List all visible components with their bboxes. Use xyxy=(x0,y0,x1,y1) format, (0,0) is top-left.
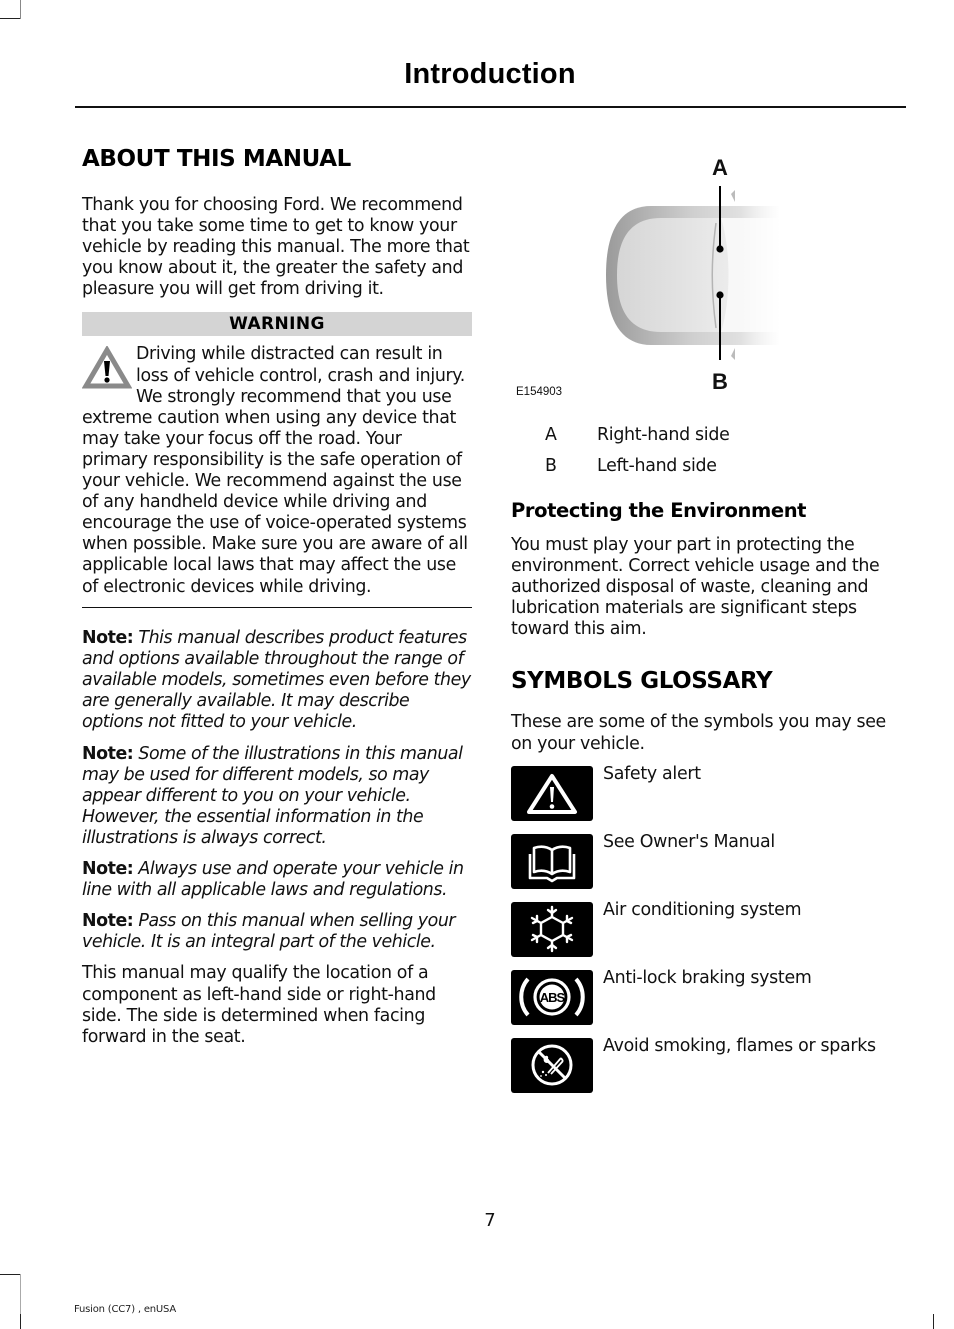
note-text: Pass on this manual when selling your ve… xyxy=(82,911,456,953)
crop-mark xyxy=(20,1314,21,1329)
symbol-item: Air conditioning system xyxy=(511,899,911,970)
legend-value: Right-hand side xyxy=(597,425,730,445)
abs-glyph-text: ABS xyxy=(540,990,566,1005)
legend-row: A Right-hand side xyxy=(511,420,911,451)
footer-doc-id: Fusion (CC7) , enUSA xyxy=(74,1304,177,1315)
page-number: 7 xyxy=(484,1210,496,1231)
page-title: Introduction xyxy=(404,58,576,90)
callout-a-label: A xyxy=(712,155,728,180)
symbol-item: ABS Anti-lock braking system xyxy=(511,967,911,1038)
note: Note: Pass on this manual when selling y… xyxy=(82,911,472,953)
legend-key: A xyxy=(545,425,557,445)
intro-paragraph: Thank you for choosing Ford. We recommen… xyxy=(82,195,470,300)
warning-box: Driving while distracted can result in l… xyxy=(82,344,472,597)
symbol-item: See Owner's Manual xyxy=(511,831,911,902)
side-paragraph: This manual may qualify the location of … xyxy=(82,963,436,1047)
symbols-list: Safety alert See Owner's Manual Air cond… xyxy=(511,763,911,1106)
note: Note: This manual describes product feat… xyxy=(82,628,472,733)
crop-mark xyxy=(20,1274,21,1314)
environment-paragraph: You must play your part in protecting th… xyxy=(511,535,880,640)
symbol-tile xyxy=(511,1037,593,1093)
figure-id: E154903 xyxy=(516,386,563,398)
right-column: A B E154903 A Right-hand side B Left-han… xyxy=(511,150,911,1106)
crop-mark xyxy=(0,1274,20,1275)
symbol-tile: ABS xyxy=(511,969,593,1025)
callout-b-label: B xyxy=(712,369,728,394)
no-smoking-flames-icon xyxy=(531,1044,573,1086)
symbol-label: Safety alert xyxy=(603,763,701,784)
legend-value: Left-hand side xyxy=(597,456,717,476)
symbol-label: Air conditioning system xyxy=(603,899,802,920)
legend-key: B xyxy=(545,456,557,476)
note: Note: Some of the illustrations in this … xyxy=(82,744,472,849)
symbol-item: Avoid smoking, flames or sparks xyxy=(511,1035,911,1106)
symbol-tile xyxy=(511,901,593,957)
crop-mark xyxy=(0,18,20,19)
symbol-label: Anti-lock braking system xyxy=(603,967,812,988)
note-text: This manual describes product features a… xyxy=(82,628,471,733)
left-column: ABOUT THIS MANUAL Thank you for choosing… xyxy=(82,146,472,1048)
symbol-item: Safety alert xyxy=(511,763,911,834)
owners-manual-icon xyxy=(528,845,576,883)
crop-mark xyxy=(20,0,21,19)
warning-banner: WARNING xyxy=(82,312,472,337)
symbol-label: See Owner's Manual xyxy=(603,831,775,852)
section-heading-glossary: SYMBOLS GLOSSARY xyxy=(511,668,773,695)
note-label: Note: xyxy=(82,911,134,932)
glossary-intro: These are some of the symbols you may se… xyxy=(511,712,886,754)
symbol-label: Avoid smoking, flames or sparks xyxy=(603,1035,876,1056)
note-label: Note: xyxy=(82,628,134,649)
warning-triangle-icon xyxy=(82,346,132,389)
note: Note: Always use and operate your vehicl… xyxy=(82,859,472,901)
abs-icon: ABS xyxy=(519,977,585,1017)
warning-end-divider xyxy=(82,606,472,609)
note-label: Note: xyxy=(82,859,134,880)
section-heading-environment: Protecting the Environment xyxy=(511,499,807,522)
legend-row: B Left-hand side xyxy=(511,451,911,482)
crop-mark xyxy=(933,1314,934,1329)
safety-alert-icon xyxy=(527,774,577,815)
vehicle-side-figure: A B E154903 xyxy=(511,150,911,405)
note-label: Note: xyxy=(82,743,134,764)
note-text: Some of the illustrations in this manual… xyxy=(82,743,463,848)
vehicle-top-view-illustration xyxy=(606,186,781,360)
air-conditioning-icon xyxy=(530,905,574,953)
symbol-tile xyxy=(511,765,593,821)
title-divider xyxy=(75,106,906,108)
figure-legend: A Right-hand side B Left-hand side xyxy=(511,420,911,482)
warning-text: Driving while distracted can result in l… xyxy=(82,344,468,597)
symbol-tile xyxy=(511,833,593,889)
note-text: Always use and operate your vehicle in l… xyxy=(82,859,464,901)
section-heading-about: ABOUT THIS MANUAL xyxy=(82,146,351,172)
